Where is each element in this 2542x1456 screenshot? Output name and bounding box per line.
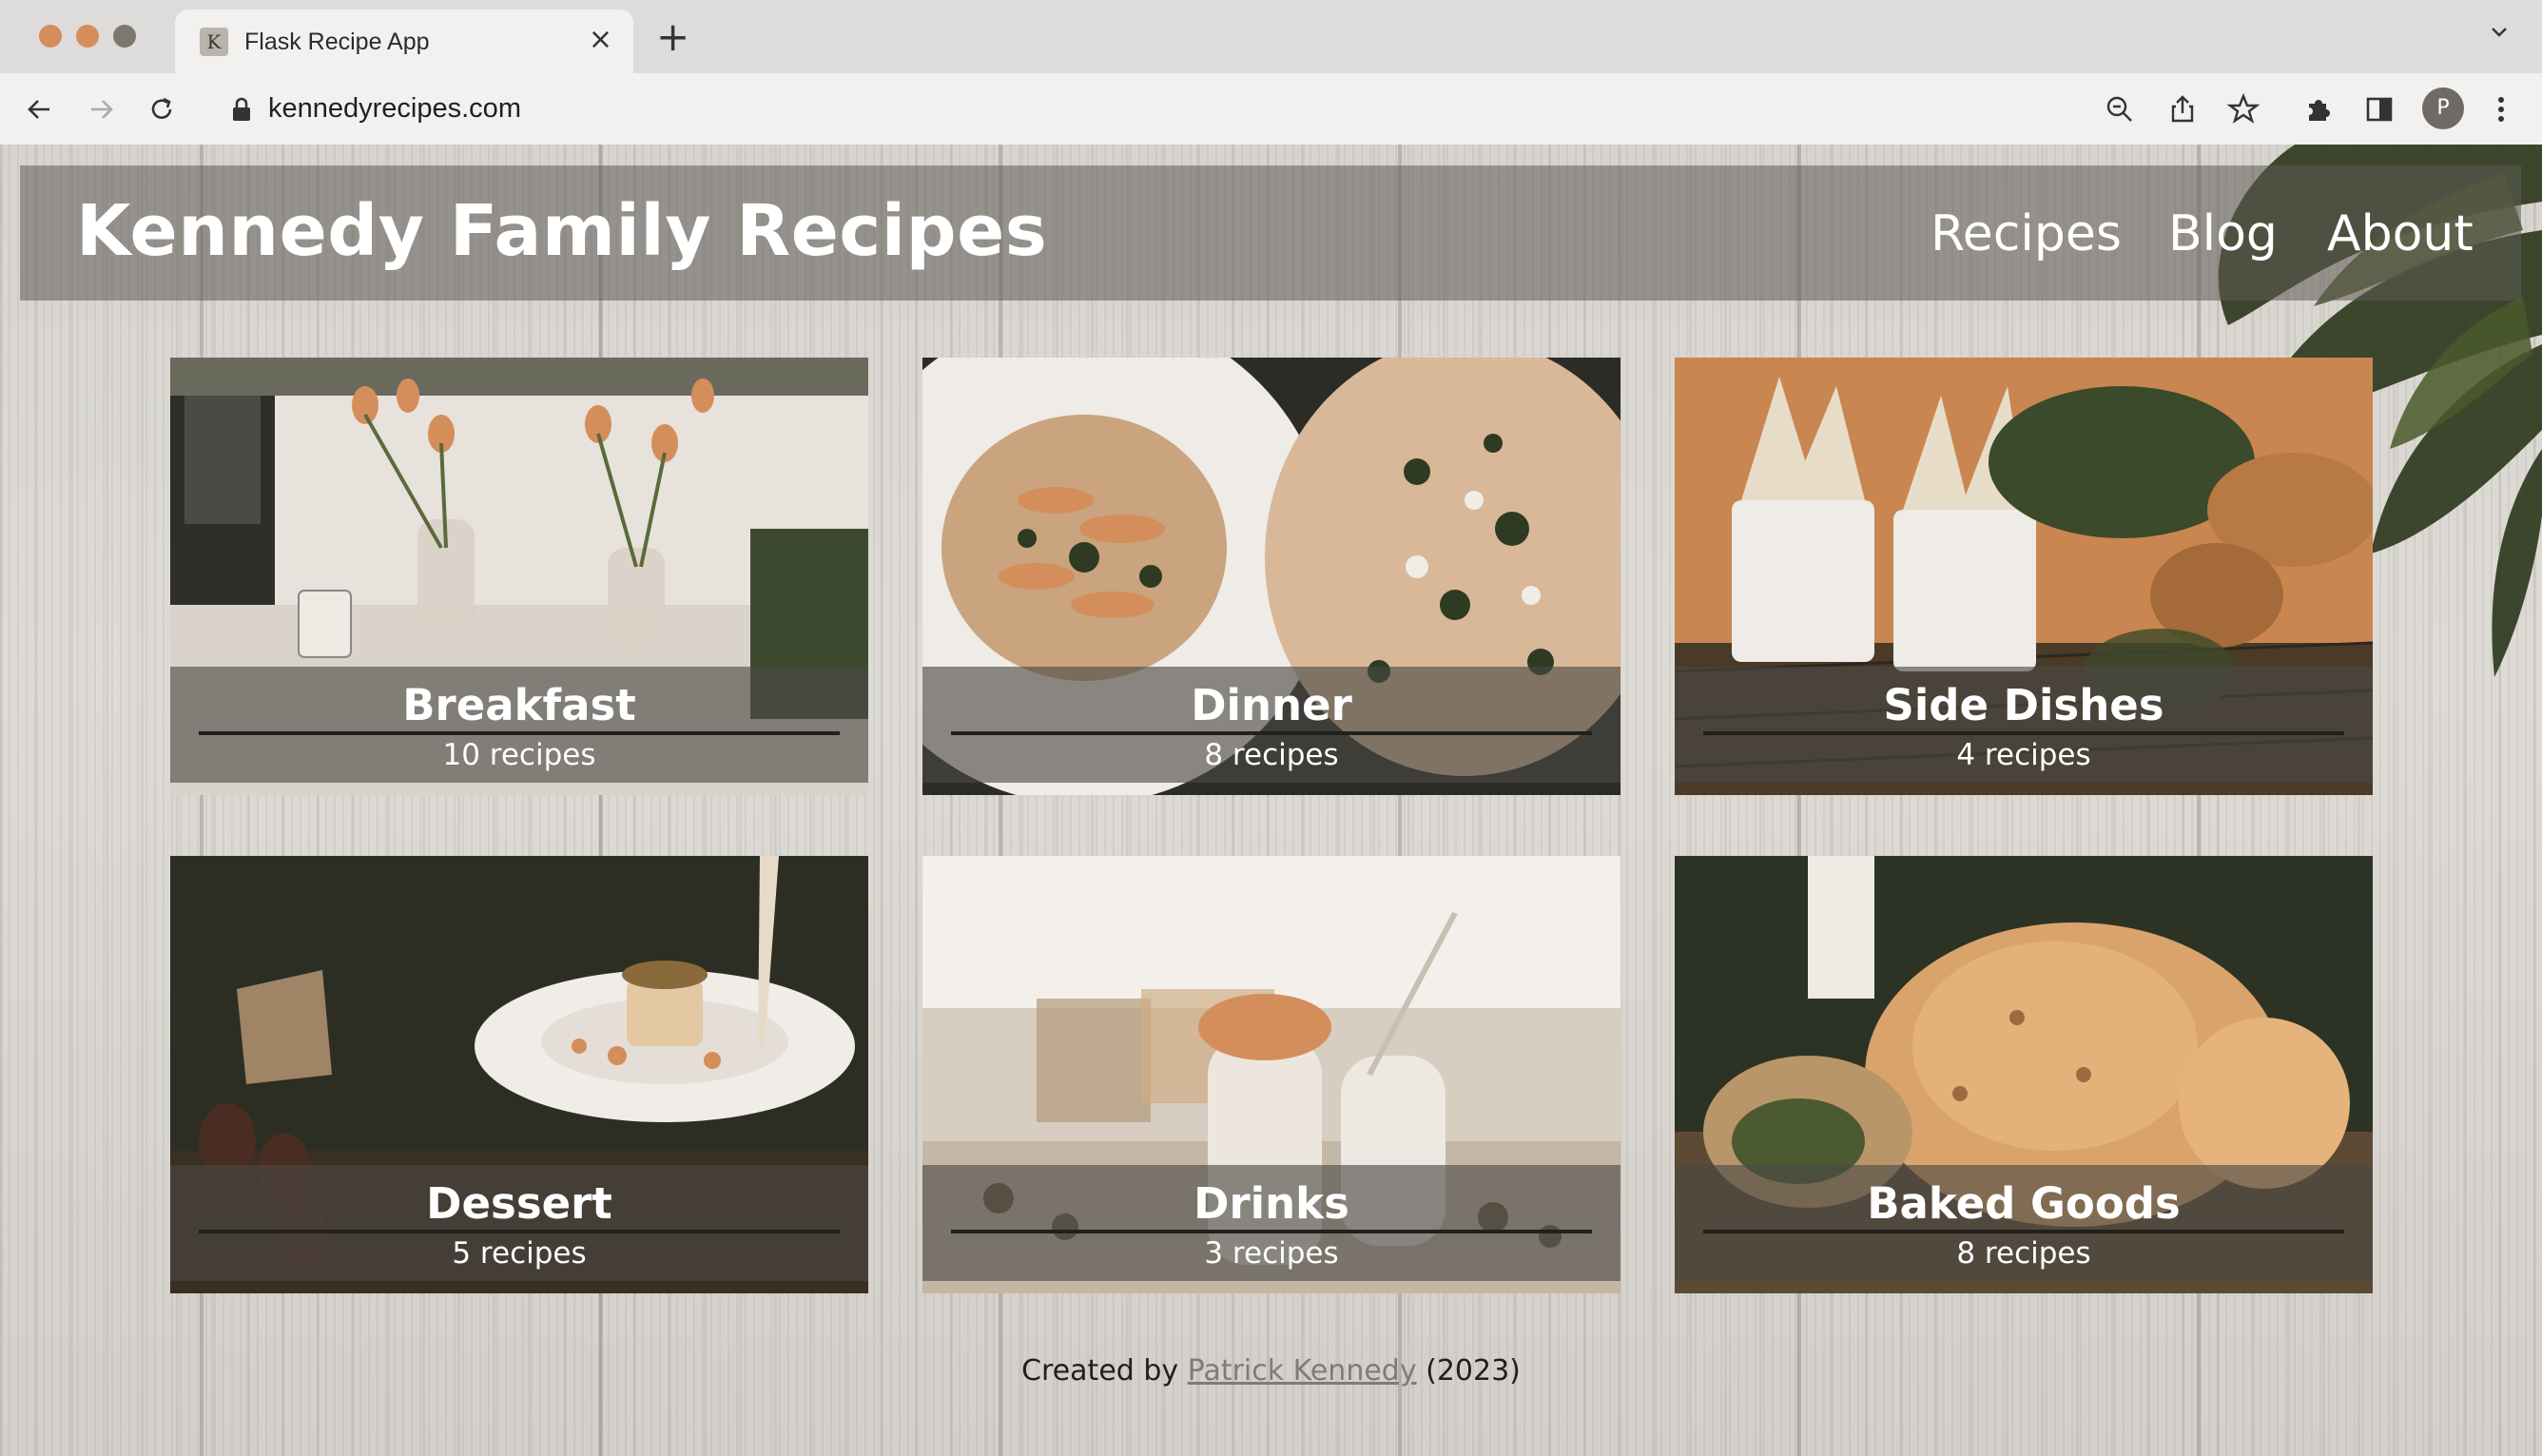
footer-prefix: Created by [1021, 1354, 1188, 1388]
star-icon[interactable] [2224, 90, 2262, 128]
recipe-count: 10 recipes [442, 738, 596, 772]
author-link[interactable]: Patrick Kennedy [1188, 1354, 1417, 1388]
nav-link-about[interactable]: About [2327, 205, 2474, 262]
caption-divider [951, 1230, 1592, 1233]
category-name: Drinks [1193, 1178, 1349, 1229]
address-bar[interactable]: kennedyrecipes.com [268, 93, 521, 125]
tab-close-icon[interactable]: × [589, 23, 612, 57]
caption-divider [951, 731, 1592, 735]
page-footer: Created by Patrick Kennedy (2023) [0, 1354, 2542, 1388]
caption-divider [199, 1230, 840, 1233]
recipe-count: 8 recipes [1204, 738, 1339, 772]
zoom-window-button[interactable] [113, 25, 136, 48]
footer-suffix: (2023) [1416, 1354, 1521, 1388]
chevron-down-icon[interactable] [2489, 21, 2510, 42]
caption-divider [1703, 1230, 2344, 1233]
recipe-count: 3 recipes [1204, 1236, 1339, 1271]
category-card-drinks[interactable]: Drinks 3 recipes [922, 856, 1620, 1293]
category-name: Baked Goods [1867, 1178, 2181, 1229]
caption-divider [1703, 731, 2344, 735]
page-content: Kennedy Family Recipes Recipes Blog Abou… [0, 145, 2542, 1456]
close-window-button[interactable] [39, 25, 62, 48]
back-arrow-icon[interactable] [21, 90, 59, 128]
tab-title: Flask Recipe App [244, 29, 430, 55]
zoom-icon[interactable] [2101, 90, 2139, 128]
browser-window: K Flask Recipe App × + kennedyrecipes.co… [0, 0, 2542, 1456]
tab-bar: K Flask Recipe App × + [0, 0, 2542, 73]
category-card-baked-goods[interactable]: Baked Goods 8 recipes [1675, 856, 2373, 1293]
nav-link-recipes[interactable]: Recipes [1931, 205, 2122, 262]
category-card-breakfast[interactable]: Breakfast 10 recipes [170, 358, 868, 795]
new-tab-button[interactable]: + [656, 17, 689, 57]
profile-avatar[interactable]: P [2422, 87, 2464, 129]
lock-icon[interactable] [230, 96, 253, 123]
recipe-count: 8 recipes [1956, 1236, 2091, 1271]
category-name: Side Dishes [1883, 680, 2164, 730]
kebab-menu-icon[interactable] [2482, 90, 2520, 128]
recipe-count: 4 recipes [1956, 738, 2091, 772]
forward-arrow-icon[interactable] [82, 90, 120, 128]
recipe-count: 5 recipes [452, 1236, 587, 1271]
browser-tab[interactable]: K Flask Recipe App × [175, 10, 633, 73]
caption-divider [199, 731, 840, 735]
minimize-window-button[interactable] [76, 25, 99, 48]
category-card-side-dishes[interactable]: Side Dishes 4 recipes [1675, 358, 2373, 795]
category-card-dinner[interactable]: Dinner 8 recipes [922, 358, 1620, 795]
category-card-dessert[interactable]: Dessert 5 recipes [170, 856, 868, 1293]
category-name: Dessert [426, 1178, 612, 1229]
extensions-icon[interactable] [2299, 90, 2338, 128]
browser-toolbar: kennedyrecipes.com [0, 73, 2542, 146]
nav-link-blog[interactable]: Blog [2168, 205, 2278, 262]
category-name: Breakfast [402, 680, 636, 730]
favicon-icon: K [200, 28, 228, 56]
share-icon[interactable] [2164, 90, 2202, 128]
category-name: Dinner [1191, 680, 1352, 730]
site-title[interactable]: Kennedy Family Recipes [76, 190, 1047, 272]
sidepanel-icon[interactable] [2360, 90, 2398, 128]
reload-icon[interactable] [143, 90, 181, 128]
